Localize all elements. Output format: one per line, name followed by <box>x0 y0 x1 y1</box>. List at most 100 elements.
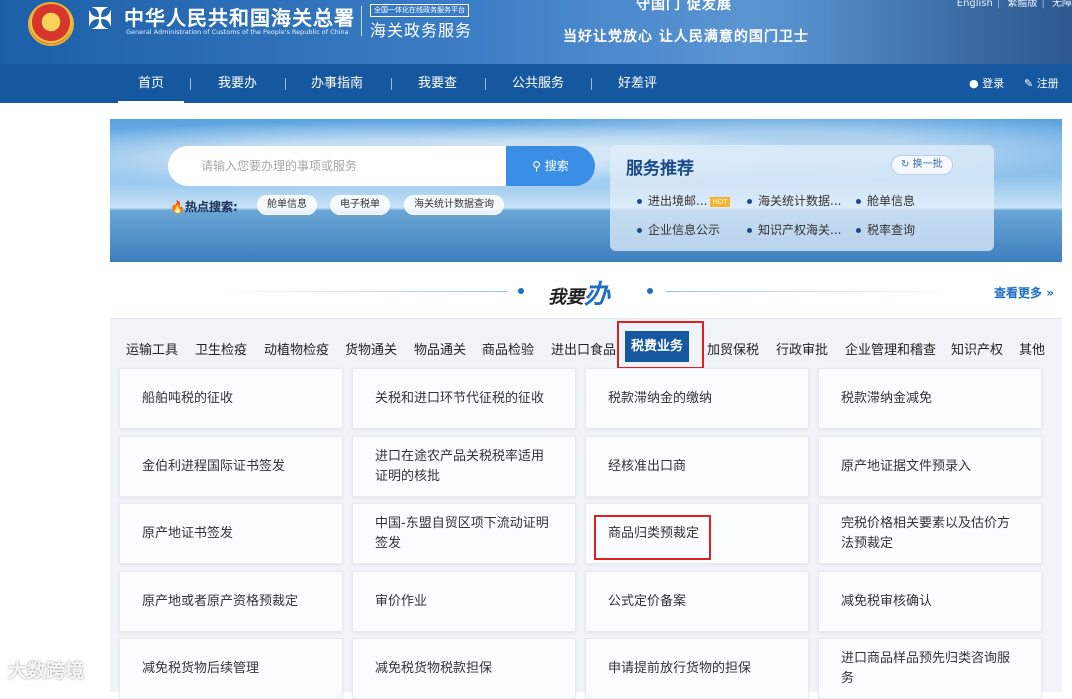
platform-name[interactable]: 海关政务服务 <box>370 17 472 41</box>
service-card[interactable]: 原产地证书签发 <box>119 503 343 564</box>
bullet-icon <box>637 199 642 204</box>
hot-search-label: 🔥热点搜索: <box>170 200 238 214</box>
service-card[interactable]: 税款滞纳金的缴纳 <box>585 368 809 429</box>
refresh-button[interactable]: ↻ 换一批 <box>891 155 953 175</box>
service-card[interactable]: 关税和进口环节代征税的征收 <box>352 368 576 429</box>
tab-goods-clearance[interactable]: 货物通关 <box>345 339 397 358</box>
nav-item-home[interactable]: 首页 <box>117 64 185 103</box>
service-recommend-panel: 服务推荐 ↻ 换一批 进出境邮... HOT 海关统计数据... 舱单信息 企业信… <box>610 145 994 251</box>
search-box <box>168 146 506 186</box>
recommend-item[interactable]: 企业信息公示 <box>637 221 720 238</box>
nav-divider <box>591 78 592 90</box>
section-line-right <box>666 291 956 292</box>
service-card[interactable]: 减免税货物后续管理 <box>119 638 343 699</box>
nav-divider <box>485 78 486 90</box>
tab-commodity-inspection[interactable]: 商品检验 <box>482 339 534 358</box>
service-card[interactable]: 进口商品样品预先归类咨询服务 <box>818 638 1042 699</box>
user-icon: ● <box>969 77 979 90</box>
service-card[interactable]: 减免税货物税款担保 <box>352 638 576 699</box>
tab-animal-plant-quarantine[interactable]: 动植物检疫 <box>264 339 329 358</box>
see-more-link[interactable]: 查看更多 » <box>994 284 1054 301</box>
tab-processing-bonded[interactable]: 加贸保税 <box>707 339 759 358</box>
lang-link-english[interactable]: English <box>957 0 993 9</box>
service-card[interactable]: 经核准出口商 <box>585 436 809 497</box>
service-card[interactable]: 公式定价备案 <box>585 571 809 632</box>
recommend-item[interactable]: 知识产权海关... <box>747 221 841 238</box>
search-banner: ⚲ 搜索 🔥热点搜索: 舱单信息 电子税单 海关统计数据查询 服务推荐 ↻ 换一… <box>110 119 1062 262</box>
register-label: 注册 <box>1036 77 1059 90</box>
lang-link-accessible[interactable]: 无障 <box>1052 0 1072 9</box>
bullet-icon <box>856 228 861 233</box>
slogan-top: 守国门 促发展 <box>636 0 732 13</box>
recommend-title: 服务推荐 <box>626 159 694 179</box>
nav-item-handle[interactable]: 我要办 <box>218 64 257 103</box>
service-card[interactable]: 完税价格相关要素以及估价方法预裁定 <box>818 503 1042 564</box>
hot-search-chip[interactable]: 海关统计数据查询 <box>404 195 504 215</box>
slogan-bottom: 当好让党放心 让人民满意的国门卫士 <box>563 29 809 45</box>
service-card[interactable]: 原产地或者原产资格预裁定 <box>119 571 343 632</box>
bullet-icon <box>637 228 642 233</box>
recommend-item[interactable]: 进出境邮... HOT <box>637 192 730 209</box>
hot-search-chip[interactable]: 舱单信息 <box>257 195 317 215</box>
language-links: English | 繁體版 | 无障 <box>956 0 1072 9</box>
flame-icon: 🔥 <box>170 200 185 214</box>
highlight-box-tab <box>617 321 704 369</box>
tab-articles-clearance[interactable]: 物品通关 <box>414 339 466 358</box>
header-divider <box>361 6 362 36</box>
hot-search-chip[interactable]: 电子税单 <box>330 195 390 215</box>
lang-link-traditional[interactable]: 繁體版 <box>1007 0 1037 9</box>
double-chevron-right-icon: » <box>1046 286 1054 300</box>
national-emblem-icon[interactable] <box>28 2 74 46</box>
search-input[interactable] <box>168 146 506 186</box>
org-title[interactable]: 中华人民共和国海关总署 <box>124 2 355 31</box>
service-card[interactable]: 进口在途农产品关税税率适用证明的核批 <box>352 436 576 497</box>
watermark: 大数跨境 <box>8 660 85 682</box>
customs-logo-icon[interactable]: ✠ <box>82 2 118 38</box>
service-card[interactable]: 审价作业 <box>352 571 576 632</box>
tab-enterprise-audit[interactable]: 企业管理和稽查 <box>845 339 936 358</box>
recommend-item[interactable]: 舱单信息 <box>856 192 915 209</box>
site-header: ✠ 中华人民共和国海关总署 General Administration of … <box>0 0 1072 64</box>
login-label: 登录 <box>982 77 1005 90</box>
refresh-icon: ↻ <box>901 159 910 170</box>
bullet-icon <box>747 199 752 204</box>
hot-badge: HOT <box>710 196 730 207</box>
service-card[interactable]: 船舶吨税的征收 <box>119 368 343 429</box>
nav-item-guide[interactable]: 办事指南 <box>311 64 363 103</box>
nav-divider <box>391 78 392 90</box>
search-icon: ⚲ <box>532 159 541 173</box>
tab-intellectual-property[interactable]: 知识产权 <box>951 339 1003 358</box>
edit-icon: ✎ <box>1024 77 1034 90</box>
recommend-item[interactable]: 海关统计数据... <box>747 192 841 209</box>
tab-other[interactable]: 其他 <box>1019 339 1045 358</box>
highlight-box-card <box>594 515 711 560</box>
service-card[interactable]: 原产地证据文件预录入 <box>818 436 1042 497</box>
section-dot-right <box>647 288 653 294</box>
service-card[interactable]: 中国-东盟自贸区项下流动证明签发 <box>352 503 576 564</box>
nav-item-public-service[interactable]: 公共服务 <box>512 64 564 103</box>
tab-admin-approval[interactable]: 行政审批 <box>776 339 828 358</box>
service-card[interactable]: 申请提前放行货物的担保 <box>585 638 809 699</box>
nav-divider <box>285 78 286 90</box>
nav-divider <box>190 78 191 90</box>
search-button[interactable]: ⚲ 搜索 <box>506 146 595 186</box>
nav-item-query[interactable]: 我要查 <box>418 64 457 103</box>
register-link[interactable]: ✎ 注册 <box>1024 64 1059 103</box>
tab-health-quarantine[interactable]: 卫生检疫 <box>195 339 247 358</box>
login-link[interactable]: ● 登录 <box>969 64 1004 103</box>
service-card[interactable]: 金伯利进程国际证书签发 <box>119 436 343 497</box>
section-dot-left <box>518 288 524 294</box>
refresh-label: 换一批 <box>912 159 943 170</box>
org-english-name: General Administration of Customs of the… <box>126 28 349 36</box>
nav-item-feedback[interactable]: 好差评 <box>618 64 657 103</box>
search-button-label: 搜索 <box>544 159 569 173</box>
recommend-item[interactable]: 税率查询 <box>856 221 915 238</box>
platform-tag: 全国一体化在线政务服务平台 <box>370 4 469 17</box>
tab-import-export-food[interactable]: 进出口食品 <box>551 339 616 358</box>
section-title: 我要办 <box>548 280 611 310</box>
service-card[interactable]: 减免税审核确认 <box>818 571 1042 632</box>
service-card[interactable]: 税款滞纳金减免 <box>818 368 1042 429</box>
bullet-icon <box>856 199 861 204</box>
tab-transport[interactable]: 运输工具 <box>126 339 178 358</box>
main-nav: 首页 我要办 办事指南 我要查 公共服务 好差评 ● 登录 ✎ 注册 <box>0 64 1072 103</box>
